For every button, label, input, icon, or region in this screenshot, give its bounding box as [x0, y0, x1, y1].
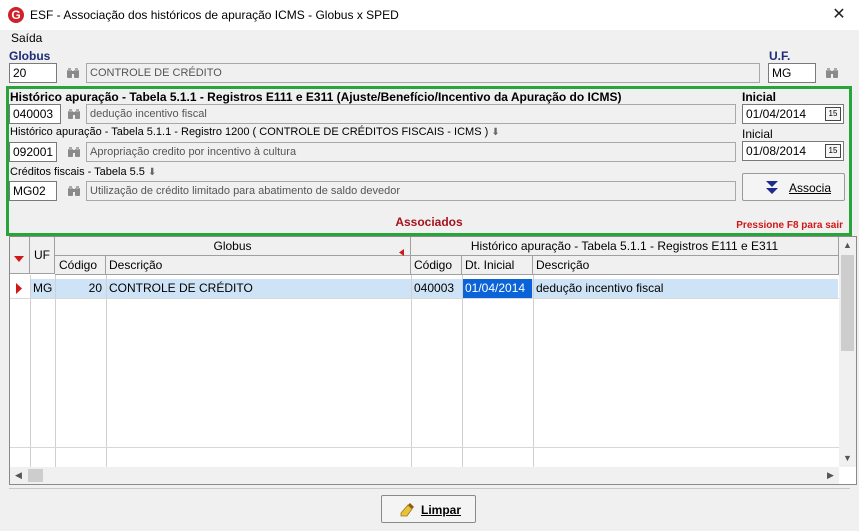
associa-label: Associa	[789, 181, 832, 195]
globus-label: Globus	[9, 49, 51, 63]
column-header-codigo-hist[interactable]: Código	[411, 256, 462, 275]
binoculars-search-icon[interactable]	[67, 146, 81, 158]
hist-e111-date-label: Inicial	[742, 90, 777, 104]
scrollbar-thumb[interactable]	[28, 469, 43, 482]
column-divider	[411, 275, 412, 467]
limpar-label: Limpar	[421, 503, 462, 517]
triangle-down-icon	[14, 250, 24, 268]
sort-down-icon: ⬇	[491, 127, 500, 138]
associados-title: Associados	[395, 215, 463, 229]
creditos-label-row: Créditos fiscais - Tabela 5.5 ⬇	[10, 166, 156, 178]
horizontal-scrollbar[interactable]: ◀ ▶	[10, 467, 839, 484]
hist-1200-description-field: Apropriação credito por incentivo à cult…	[86, 142, 736, 162]
scroll-left-icon[interactable]: ◀	[10, 467, 27, 484]
column-divider	[462, 275, 463, 467]
double-chevron-down-icon	[765, 180, 779, 199]
uf-field[interactable]: MG	[768, 63, 816, 83]
broom-icon	[400, 501, 418, 522]
globus-code-field[interactable]: 20	[9, 63, 57, 83]
current-row-indicator-icon	[16, 283, 22, 297]
group-header-globus-label: Globus	[213, 239, 252, 253]
column-header-descricao[interactable]: Descrição	[106, 256, 411, 275]
hist-1200-date-value: 01/08/2014	[746, 144, 807, 158]
column-divider	[55, 275, 56, 467]
binoculars-search-icon[interactable]	[66, 67, 80, 79]
hist-e111-label: Histórico apuração - Tabela 5.1.1 - Regi…	[10, 90, 622, 104]
binoculars-search-icon[interactable]	[67, 108, 81, 120]
group-header-historico: Histórico apuração - Tabela 5.1.1 - Regi…	[411, 237, 839, 256]
column-header-dt-inicial[interactable]: Dt. Inicial	[462, 256, 533, 275]
associa-button[interactable]: Associa	[742, 173, 845, 201]
hist-1200-label-row: Histórico apuração - Tabela 5.1.1 - Regi…	[10, 126, 500, 138]
group-header-globus: Globus	[55, 237, 411, 256]
column-header-codigo[interactable]: Código	[55, 256, 106, 275]
creditos-label: Créditos fiscais - Tabela 5.5	[10, 166, 145, 178]
hist-e111-code-field[interactable]: 040003	[9, 104, 61, 124]
calendar-icon[interactable]: 15	[825, 144, 841, 158]
column-divider	[106, 275, 107, 467]
close-icon[interactable]: ✕	[819, 0, 859, 30]
associados-bar: Associados Pressione F8 para sair	[9, 213, 849, 232]
hist-1200-label: Histórico apuração - Tabela 5.1.1 - Regi…	[10, 126, 489, 138]
scrollbar-thumb[interactable]	[841, 255, 854, 351]
hist-e111-date-value: 01/04/2014	[746, 107, 807, 121]
creditos-code-field[interactable]: MG02	[9, 181, 57, 201]
globus-description-field: CONTROLE DE CRÉDITO	[86, 63, 760, 83]
calendar-icon[interactable]: 15	[825, 107, 841, 121]
cell-descricao: CONTROLE DE CRÉDITO	[109, 281, 253, 295]
column-divider	[30, 275, 31, 467]
row-indicator-header	[10, 237, 30, 274]
binoculars-search-icon[interactable]	[67, 185, 81, 197]
hist-1200-date-label: Inicial	[742, 127, 773, 141]
cell-codigo: 20	[88, 281, 102, 295]
column-divider	[533, 275, 534, 467]
window-title: ESF - Associação dos históricos de apura…	[30, 8, 399, 22]
cell-uf: MG	[33, 281, 53, 295]
column-header-uf[interactable]: UF	[30, 237, 55, 274]
menu-item-saida[interactable]: Saída	[11, 31, 42, 45]
cell-codigo-hist: 040003	[414, 281, 455, 295]
limpar-button[interactable]: Limpar	[381, 495, 476, 523]
column-header-descricao-hist[interactable]: Descrição	[533, 256, 839, 275]
cell-descricao-hist: dedução incentivo fiscal	[536, 281, 664, 295]
vertical-scrollbar[interactable]: ▲ ▼	[839, 237, 856, 467]
hist-1200-date-field[interactable]: 01/08/2014 15	[742, 141, 844, 161]
associations-grid[interactable]: UF Globus Histórico apuração - Tabela 5.…	[9, 236, 857, 485]
cell-dt-inicial[interactable]: 01/04/2014	[462, 279, 532, 298]
creditos-description-field: Utilização de crédito limitado para abat…	[86, 181, 736, 201]
title-bar: G ESF - Associação dos históricos de apu…	[0, 0, 859, 30]
sort-down-icon: ⬇	[147, 167, 157, 178]
uf-label: U.F.	[769, 49, 791, 63]
scroll-down-icon[interactable]: ▼	[839, 450, 856, 467]
binoculars-search-icon[interactable]	[825, 67, 839, 79]
scroll-right-icon[interactable]: ▶	[822, 467, 839, 484]
divider	[9, 488, 850, 489]
scroll-up-icon[interactable]: ▲	[839, 237, 856, 254]
row-divider	[10, 298, 839, 299]
f8-exit-hint: Pressione F8 para sair	[736, 220, 843, 231]
row-divider	[10, 447, 839, 448]
hist-1200-code-field[interactable]: 092001	[9, 142, 57, 162]
hist-e111-description-field: dedução incentivo fiscal	[86, 104, 736, 124]
app-logo-icon: G	[8, 7, 24, 23]
hist-e111-date-field[interactable]: 01/04/2014 15	[742, 104, 844, 124]
